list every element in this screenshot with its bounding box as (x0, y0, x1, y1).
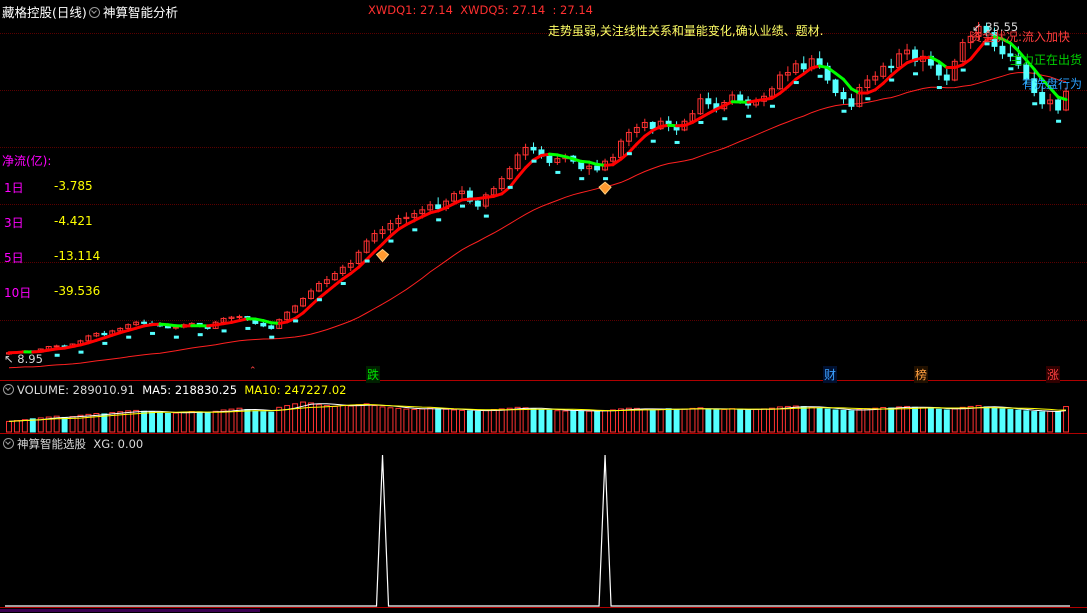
xg-signal-line (5, 454, 1070, 607)
event-tag-ranking[interactable]: 榜 (914, 366, 929, 383)
ma10-label: MA10: 247227.02 (244, 383, 347, 397)
scroll-indicator[interactable] (0, 609, 260, 612)
stock-name: 藏格控股(日线) (2, 5, 87, 20)
indicator-name: 神算智能分析 (103, 5, 179, 20)
chevron-down-icon[interactable] (3, 384, 14, 395)
net-flow-label-10d: 10日 (4, 286, 32, 300)
net-flow-value-5d: -13.114 (54, 249, 101, 263)
volume-panel-header[interactable]: VOLUME: 289010.91 MA5: 218830.25 MA10: 2… (3, 383, 346, 397)
chevron-down-icon[interactable] (89, 7, 100, 18)
event-tag-rise[interactable]: 涨 (1046, 366, 1061, 383)
xwdq-readout: XWDQ1: 27.14 XWDQ5: 27.14 : 27.14 (368, 3, 593, 17)
status-line-1: 资金状况:流入加快 (970, 30, 1071, 44)
event-marker-icon[interactable]: ⌃ (249, 366, 257, 376)
xg-label: XG: 0.00 (93, 437, 144, 451)
net-flow-label-5d: 5日 (4, 251, 24, 265)
xwdq1-label: XWDQ1: 27.14 (368, 3, 453, 17)
status-line-3: 有洗盘行为 (1022, 77, 1083, 91)
net-flow-label-3d: 3日 (4, 216, 24, 230)
low-arrow-icon: ↖ (4, 352, 14, 366)
low-price-label: ↖ 8.95 (4, 352, 43, 366)
stock-title: 藏格控股(日线) (2, 2, 87, 21)
low-price-value: 8.95 (17, 352, 43, 366)
status-line-2: 主力正在出货 (1010, 53, 1083, 67)
panel-separator (0, 433, 1087, 434)
selector-chart[interactable] (0, 0, 1087, 613)
selector-name: 神算智能选股 (17, 437, 86, 451)
event-tag-fall[interactable]: 跌 (366, 366, 381, 383)
volume-label: VOLUME: 289010.91 (17, 383, 135, 397)
net-flow-value-10d: -39.536 (54, 284, 101, 298)
xwdq5-label: XWDQ5: 27.14 (460, 3, 546, 17)
event-tag-finance[interactable]: 财 (823, 366, 838, 383)
net-flow-value-3d: -4.421 (54, 214, 93, 228)
selector-panel-header[interactable]: 神算智能选股 XG: 0.00 (3, 436, 143, 452)
chevron-down-icon[interactable] (3, 438, 14, 449)
xwdq-extra: : 27.14 (552, 3, 593, 17)
ma5-label: MA5: 218830.25 (142, 383, 238, 397)
net-flow-label-1d: 1日 (4, 181, 24, 195)
net-flow-value-1d: -3.785 (54, 179, 93, 193)
indicator-header[interactable]: 神算智能分析 (89, 2, 178, 21)
panel-separator (0, 607, 1087, 608)
net-flow-title: 净流(亿): (2, 154, 52, 168)
analysis-headline: 走势虽弱,关注线性关系和量能变化,确认业绩、题材. (548, 24, 824, 38)
